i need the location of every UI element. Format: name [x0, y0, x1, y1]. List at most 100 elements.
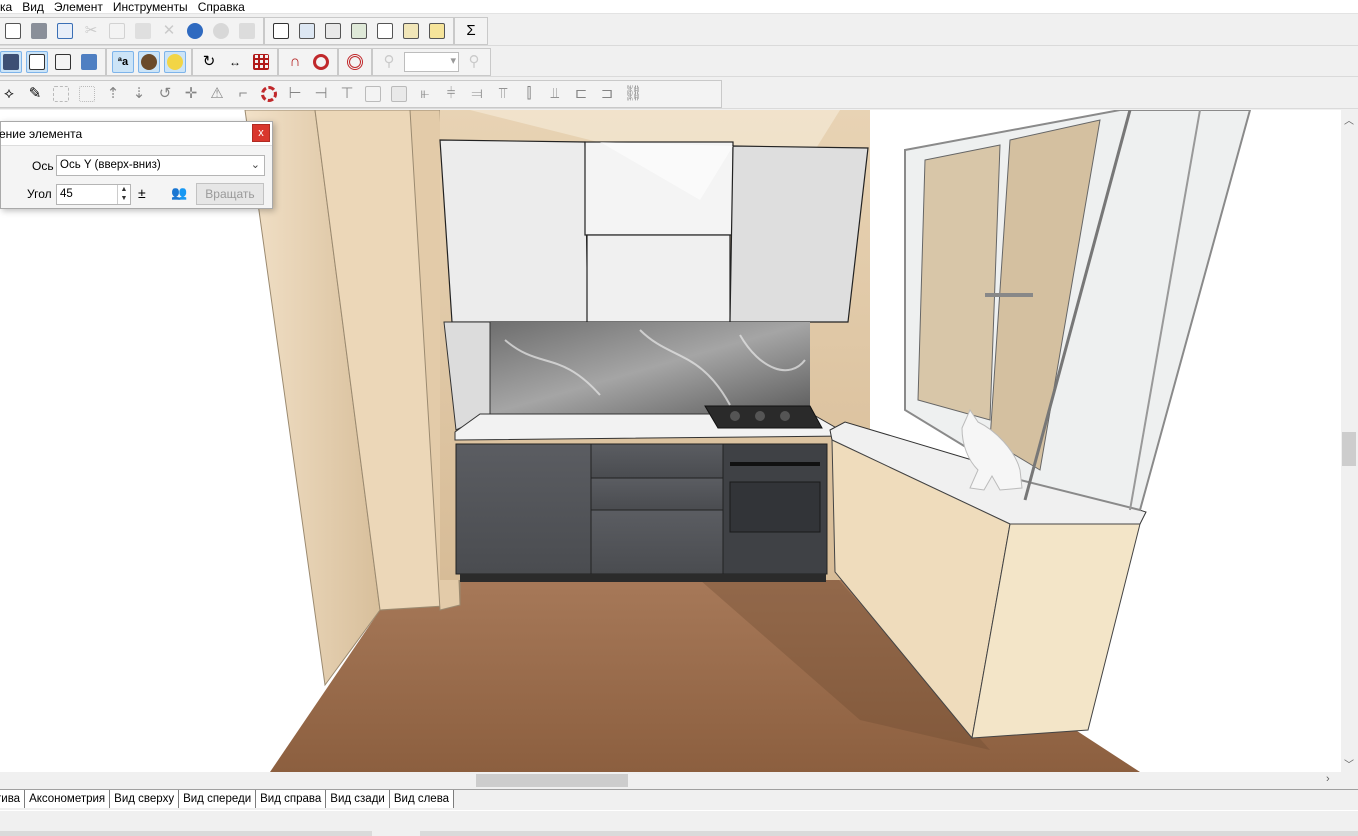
drawer-2: [590, 477, 724, 511]
solid-view-icon[interactable]: [0, 50, 22, 73]
zoom-in-icon[interactable]: ⚲: [463, 51, 485, 73]
align-top-icon[interactable]: ⊤: [336, 83, 358, 105]
move-up-icon[interactable]: ⇡: [102, 83, 124, 105]
report-detail-icon[interactable]: [322, 20, 344, 42]
toolbar-group-zoom: ⚲ ⚲: [372, 47, 491, 76]
undo-icon[interactable]: [184, 20, 206, 42]
tab-back-view[interactable]: Вид сзади: [326, 790, 390, 808]
spin-buttons-icon[interactable]: ▲ ▼: [117, 185, 130, 204]
select-group-icon[interactable]: [76, 83, 98, 105]
menu-item-help[interactable]: Справка: [193, 0, 250, 14]
cut-icon[interactable]: ✂: [80, 20, 102, 42]
scroll-down-icon[interactable]: ﹀: [1344, 756, 1354, 771]
report-icon[interactable]: [296, 20, 318, 42]
properties-icon[interactable]: [236, 20, 258, 42]
backsplash: [490, 322, 810, 414]
rotate-element-icon[interactable]: ↺: [154, 83, 176, 105]
select-area-icon[interactable]: [50, 83, 72, 105]
shaded-cube-icon[interactable]: [78, 51, 100, 73]
rotate-button[interactable]: Вращать: [196, 183, 264, 205]
print-preview-icon[interactable]: [54, 20, 76, 42]
distribute-center-icon[interactable]: ⫩: [440, 83, 462, 105]
copy-icon[interactable]: [106, 20, 128, 42]
dimensions-icon[interactable]: [374, 20, 396, 42]
distribute-right-icon[interactable]: ⫤: [466, 83, 488, 105]
distribute-middle-icon[interactable]: ⫿: [518, 83, 540, 105]
door-handle: [985, 293, 1033, 297]
distribute-top-icon[interactable]: ⫪: [492, 83, 514, 105]
measure-icon[interactable]: ↔: [224, 51, 246, 73]
toolbar-group-file: ✂ ✕: [0, 16, 264, 45]
materials-icon[interactable]: [138, 50, 160, 73]
status-segment: [420, 831, 1358, 836]
horizontal-scroll-thumb[interactable]: [476, 774, 628, 787]
wall-icon[interactable]: ⌐: [232, 83, 254, 105]
scroll-right-icon[interactable]: ›: [1326, 773, 1330, 785]
tab-front-view[interactable]: Вид спереди: [179, 790, 257, 808]
pen-icon[interactable]: ✎: [24, 83, 46, 105]
snap-icon[interactable]: [310, 51, 332, 73]
menu-item-element[interactable]: Элемент: [49, 0, 108, 14]
print-icon[interactable]: [28, 20, 50, 42]
tab-right-view[interactable]: Вид справа: [256, 790, 327, 808]
scroll-up-icon[interactable]: ︿: [1344, 112, 1354, 127]
delete-icon[interactable]: ✕: [158, 20, 180, 42]
align-left-icon[interactable]: ⊢: [284, 83, 306, 105]
redo-icon[interactable]: [210, 20, 232, 42]
zoom-out-icon[interactable]: ⚲: [378, 51, 400, 73]
paste-element-icon[interactable]: [388, 83, 410, 105]
distribute-bottom-icon[interactable]: ⫫: [544, 83, 566, 105]
lifebuoy-icon[interactable]: [258, 83, 280, 105]
people-icon[interactable]: 👥: [171, 185, 187, 201]
rotate-icon[interactable]: ↻: [198, 51, 220, 73]
box-view-icon[interactable]: [52, 51, 74, 73]
menu-item-tools[interactable]: Инструменты: [108, 0, 193, 14]
checklist-icon[interactable]: [270, 20, 292, 42]
dialog-titlebar[interactable]: ение элемента x: [0, 122, 272, 146]
dimension-icon[interactable]: ⊏: [570, 83, 592, 105]
tab-left-view[interactable]: Вид слева: [389, 790, 455, 808]
warning-icon[interactable]: ⚠: [206, 83, 228, 105]
tab-top-view[interactable]: Вид сверху: [110, 790, 180, 808]
zoom-level-select[interactable]: [404, 51, 459, 72]
angle-label: Угол: [27, 187, 52, 201]
axis-label: Ось: [32, 159, 54, 173]
paste-icon[interactable]: [132, 20, 154, 42]
price-icon[interactable]: [426, 20, 448, 42]
toolbar-group-display: ªa: [106, 47, 192, 76]
grid-icon[interactable]: [250, 51, 272, 73]
magnet-icon[interactable]: ∩: [284, 51, 306, 73]
chain-icon[interactable]: ⛓: [622, 83, 644, 105]
dimension-alt-icon[interactable]: ⊐: [596, 83, 618, 105]
move-cross-icon[interactable]: ✛: [180, 83, 202, 105]
copy-element-icon[interactable]: [362, 83, 384, 105]
target-icon[interactable]: [344, 51, 366, 73]
distribute-left-icon[interactable]: ⫦: [414, 83, 436, 105]
sum-icon[interactable]: Σ: [460, 20, 482, 42]
text-labels-icon[interactable]: ªa: [112, 50, 134, 73]
menu-item-view[interactable]: Вид: [17, 0, 49, 14]
report-image-icon[interactable]: [348, 20, 370, 42]
select-icon[interactable]: ⟡: [0, 83, 20, 105]
tab-perspective[interactable]: тива: [0, 790, 26, 808]
tab-axonometry[interactable]: Аксонометрия: [25, 790, 111, 808]
export-icon[interactable]: [400, 20, 422, 42]
drawer-3: [590, 509, 724, 575]
vertical-scrollbar[interactable]: ︿ ﹀: [1341, 110, 1358, 772]
light-icon[interactable]: [164, 50, 186, 73]
drawer-1: [590, 443, 724, 479]
wireframe-view-icon[interactable]: [26, 50, 48, 73]
toolbar-group-target: [338, 47, 372, 76]
upper-cabinet-left: [439, 139, 589, 323]
3d-viewport[interactable]: [0, 110, 1341, 772]
align-center-icon[interactable]: ⊣: [310, 83, 332, 105]
axis-select[interactable]: Ось Y (вверх-вниз) ⌄: [56, 155, 265, 176]
move-down-icon[interactable]: ⇣: [128, 83, 150, 105]
angle-input[interactable]: 45 ▲ ▼: [56, 184, 131, 205]
plus-minus-icon[interactable]: ±: [138, 185, 146, 201]
new-doc-icon[interactable]: [2, 20, 24, 42]
close-button[interactable]: x: [252, 124, 270, 142]
horizontal-scrollbar[interactable]: ›: [0, 772, 1341, 789]
menu-item-file-partial[interactable]: ка: [0, 0, 17, 14]
vertical-scroll-thumb[interactable]: [1342, 432, 1356, 466]
